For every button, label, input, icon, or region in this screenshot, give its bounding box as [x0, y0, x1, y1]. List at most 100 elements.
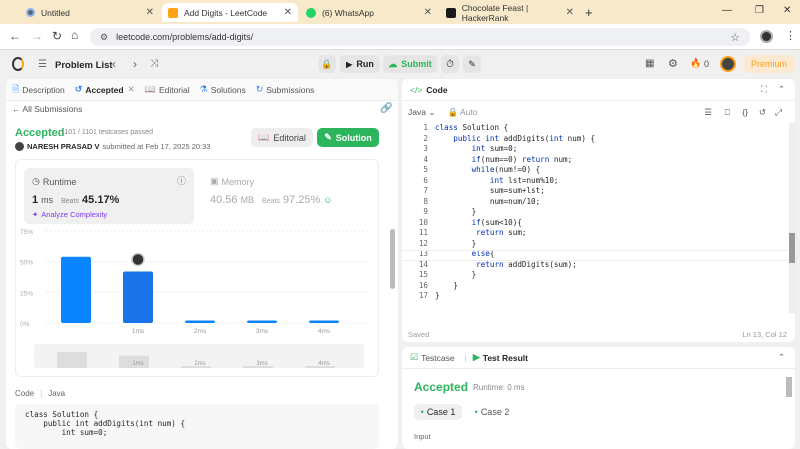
format-icon[interactable]: ☰	[704, 107, 712, 118]
close-icon[interactable]: ✕	[128, 84, 135, 95]
code-line: if(num==0) return num;	[471, 154, 573, 164]
expand-icon[interactable]: ⛶	[761, 84, 767, 95]
history-icon: ↺	[74, 84, 83, 94]
settings-gear-icon[interactable]: ⚙	[668, 57, 678, 70]
forward-icon[interactable]: →	[31, 29, 43, 43]
result-scrollbar[interactable]	[786, 377, 792, 397]
tab-testcase[interactable]: ☑ Testcase	[410, 352, 455, 363]
code-line: return sum;	[476, 228, 527, 237]
line-number: 10	[418, 217, 428, 227]
close-icon[interactable]: ✕	[284, 7, 292, 18]
timer-icon[interactable]: ⏱	[441, 55, 459, 73]
dot-icon: •	[420, 407, 424, 417]
submit-button[interactable]: ☁ Submit	[383, 55, 437, 73]
line-number: 4	[423, 154, 428, 164]
home-icon[interactable]: ⌂	[71, 28, 78, 42]
close-icon[interactable]: ✕	[424, 7, 432, 18]
all-submissions-link[interactable]: ← All Submissions	[12, 104, 82, 114]
input-label: Input	[414, 432, 431, 441]
leetcode-logo-icon[interactable]	[12, 57, 24, 71]
range-tick-label: 4ms	[318, 361, 329, 367]
case-1-tab[interactable]: • Case 1	[414, 404, 462, 420]
chevron-up-icon[interactable]: ⌃	[778, 84, 785, 95]
code-line: int lst=num%10;	[489, 175, 559, 185]
lock-icon: 🔒	[447, 106, 459, 117]
code-line: }	[435, 291, 440, 300]
tab-submissions[interactable]: ↻ Submissions	[256, 84, 315, 95]
autocomplete-toggle[interactable]: 🔒 Auto	[447, 107, 477, 118]
minimize-button[interactable]: —	[722, 5, 732, 16]
close-icon[interactable]: ✕	[566, 7, 574, 18]
lock-icon[interactable]: 🔒	[318, 55, 336, 73]
site-info-icon[interactable]: ⚙	[100, 32, 108, 43]
premium-button[interactable]: Premium	[743, 55, 795, 73]
shuffle-icon[interactable]: ⤨	[150, 58, 158, 69]
tab-accepted[interactable]: ↺ Accepted ✕	[75, 84, 135, 95]
notes-icon[interactable]: ✎	[463, 55, 481, 73]
close-icon[interactable]: ✕	[146, 7, 154, 18]
close-window-button[interactable]: ✕	[783, 5, 791, 16]
browser-tab-leetcode[interactable]: Add Digits - LeetCode ✕	[162, 3, 298, 22]
reset-icon[interactable]: ↺	[759, 107, 766, 118]
layout-icon[interactable]: ▦	[645, 58, 654, 69]
tab-solutions[interactable]: ⚗ Solutions	[200, 84, 246, 95]
maximize-button[interactable]: ❐	[755, 5, 764, 16]
line-number: 17	[418, 291, 428, 300]
solution-button[interactable]: ✎ Solution	[317, 128, 379, 147]
scrollbar[interactable]	[390, 229, 395, 289]
code-area[interactable]: 1 2 3 4 5 6 7 8 9 10 11 12 13 14 15 16 17 class Solution…	[402, 123, 795, 313]
tab-description[interactable]: 🗎 Description	[12, 82, 65, 98]
line-number: 7	[423, 186, 428, 195]
new-tab-button[interactable]: +	[585, 5, 593, 20]
y-tick-label: 0%	[20, 321, 30, 328]
back-icon[interactable]: ←	[9, 29, 21, 43]
prev-problem-icon[interactable]: ‹	[112, 57, 116, 71]
line-number: 1	[423, 123, 428, 132]
browser-tab-whatsapp[interactable]: (6) WhatsApp ✕	[300, 3, 438, 22]
case-2-tab[interactable]: • Case 2	[468, 404, 516, 420]
streak-flame-icon[interactable]: 🔥	[690, 58, 701, 69]
url-field[interactable]: ⚙ leetcode.com/problems/add-digits/ ☆	[90, 28, 750, 46]
code-icon: </>	[410, 84, 423, 95]
reload-icon[interactable]: ↻	[52, 29, 62, 43]
address-bar: ← → ↻ ⌂ ⚙ leetcode.com/problems/add-digi…	[0, 24, 800, 50]
editor-scrollbar[interactable]	[789, 123, 795, 313]
y-tick-label: 75%	[20, 229, 33, 236]
line-number: 12	[418, 238, 428, 248]
braces-icon[interactable]: {}	[742, 107, 748, 117]
profile-avatar[interactable]	[760, 30, 773, 43]
chevron-up-icon[interactable]: ⌃	[778, 352, 785, 363]
editorial-button[interactable]: 📖 Editorial	[251, 128, 313, 147]
info-icon[interactable]: ⓘ	[177, 174, 186, 187]
submitter-name[interactable]: NARESH PRASAD V	[27, 142, 100, 151]
bookmark-icon[interactable]: ⎕	[725, 107, 730, 118]
tab-test-result[interactable]: ▶ Test Result	[473, 352, 528, 363]
tab-editorial[interactable]: 📖 Editorial	[145, 84, 190, 95]
next-problem-icon[interactable]: ›	[133, 57, 137, 71]
x-tick-label: 4ms	[318, 328, 331, 335]
book-icon: 📖	[144, 84, 156, 94]
browser-tab-hackerrank[interactable]: Chocolate Feast | HackerRank ✕	[440, 3, 580, 23]
code-line: public int addDigits(int num) {	[453, 133, 596, 143]
dot-icon: •	[474, 407, 478, 417]
code-preview-header: Code | Java	[15, 389, 66, 398]
code-line: class Solution {	[435, 123, 509, 132]
user-avatar[interactable]	[720, 56, 736, 72]
fullscreen-icon[interactable]: ⤢	[775, 107, 782, 118]
bookmark-star-icon[interactable]: ☆	[730, 31, 740, 44]
problem-list-link[interactable]: Problem List	[55, 60, 113, 71]
code-line: num=num/10;	[489, 196, 541, 206]
browser-tab-untitled[interactable]: Untitled ✕	[20, 3, 160, 22]
language-select[interactable]: Java ⌄	[408, 107, 435, 118]
memory-box[interactable]: ▣ Memory 40.56 MB Beats 97.25% ☺	[202, 168, 372, 224]
browser-menu-icon[interactable]: ⋮	[785, 29, 796, 42]
stats-card: ◷ Runtime ⓘ 1 ms Beats 45.17% ✦ Analyze Co…	[15, 159, 379, 377]
x-tick-label: 1ms	[132, 328, 145, 335]
run-button[interactable]: ▶ Run	[340, 55, 380, 73]
link-icon[interactable]: 🔗	[380, 103, 392, 114]
test-result-panel: ☑ Testcase | ▶ Test Result ⌃ Accepted Runt…	[402, 347, 795, 449]
line-number: 8	[423, 196, 428, 206]
submitted-time: submitted at Feb 17, 2025 20:33	[102, 142, 211, 151]
runtime-box[interactable]: ◷ Runtime ⓘ 1 ms Beats 45.17% ✦ Analyze Co…	[24, 168, 194, 224]
analyze-complexity-link[interactable]: ✦ Analyze Complexity	[32, 210, 107, 219]
